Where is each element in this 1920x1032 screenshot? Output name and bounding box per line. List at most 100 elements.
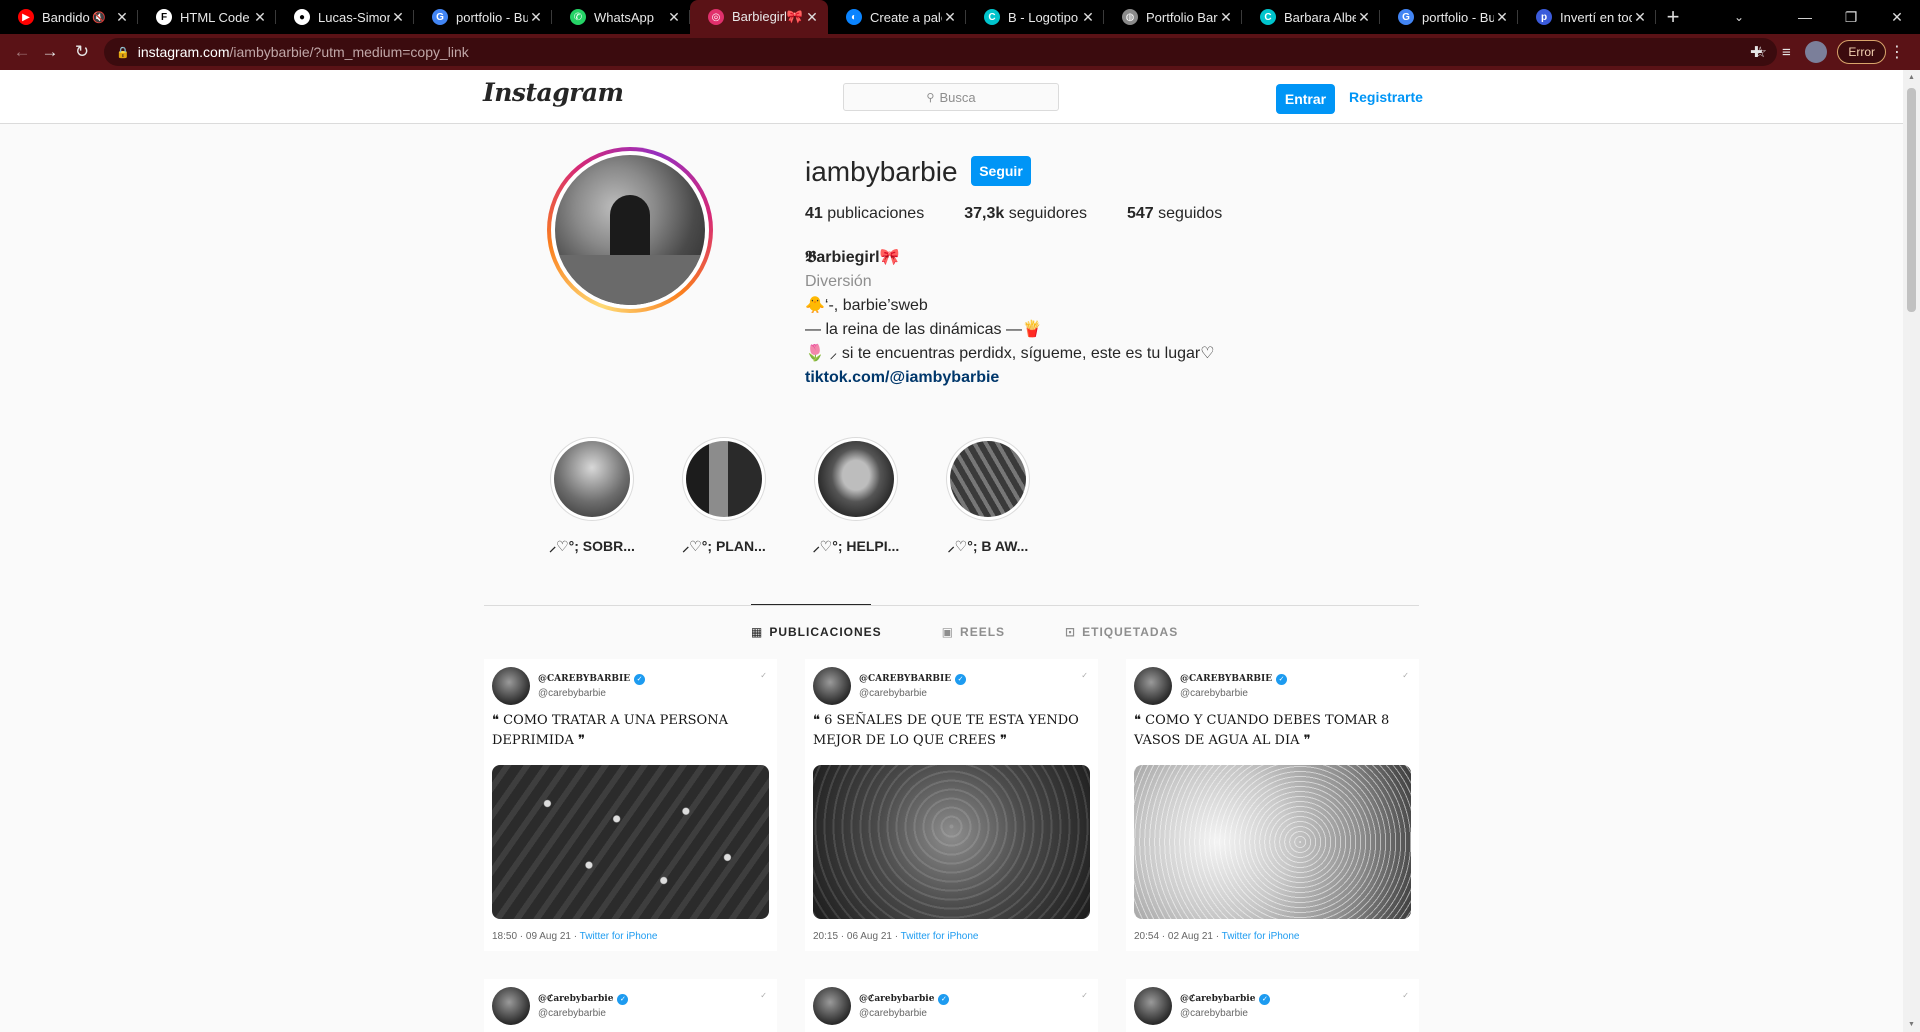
media-playlist-icon[interactable]: ≡ <box>1771 44 1801 61</box>
browser-tab-title: Lucas-Simon <box>318 9 390 25</box>
browser-tab[interactable]: F HTML Code E✕ <box>138 0 276 34</box>
tweet-text: ❝ COMO Y CUANDO DEBES TOMAR 8 VASOS DE A… <box>1134 713 1390 748</box>
profile-tabs: ▦ PUBLICACIONES ▣ REELS ⊡ ETIQUETADAS <box>751 625 1238 639</box>
new-tab-button[interactable]: + <box>1656 4 1690 30</box>
signup-link[interactable]: Registrarte <box>1349 89 1423 105</box>
forward-icon[interactable]: → <box>36 38 64 66</box>
browser-tab[interactable]: ◎ Barbiegirl🎀 (@✕ <box>690 0 828 34</box>
restore-icon[interactable]: ❐ <box>1828 0 1874 34</box>
extensions-icon[interactable]: ✚ <box>1741 43 1771 61</box>
highlight-item[interactable]: ⸝♡°; HELPI... <box>790 437 922 556</box>
close-tab-icon[interactable]: ✕ <box>1494 9 1510 26</box>
close-tab-icon[interactable]: ✕ <box>390 9 406 26</box>
post-card[interactable]: @CAREBYBARBIE ✓ @carebybarbie ✓ ❝ COMO Y … <box>1126 659 1419 951</box>
browser-tab[interactable]: ● Lucas-Simon ✕ <box>276 0 414 34</box>
browser-tab[interactable]: ▶ Bandido 🔇 ✕ <box>0 0 138 34</box>
search-input[interactable]: ⚲ Busca <box>843 83 1059 111</box>
posts-label: publicaciones <box>827 205 925 222</box>
reload-icon[interactable]: ↻ <box>68 38 96 66</box>
close-tab-icon[interactable]: ✕ <box>1356 9 1372 26</box>
browser-tab-title: Portfolio Barb <box>1146 9 1218 25</box>
highlight-image <box>554 441 630 517</box>
highlight-item[interactable]: ⸝♡°; SOBR... <box>526 437 658 556</box>
post-card[interactable]: @ℭarebybarbie ✓ @carebybarbie ✓ <box>484 979 777 1032</box>
youtube-icon: ▶ <box>18 9 34 25</box>
bio-link[interactable]: tiktok.com/@iambybarbie <box>805 366 1215 390</box>
address-bar[interactable]: 🔒 instagram.com /iambybarbie/?utm_medium… <box>104 38 1777 66</box>
tweet-subhandle: @carebybarbie <box>538 687 606 699</box>
tweet-avatar <box>1134 667 1172 705</box>
browser-tab[interactable]: ◐ Create a pale ✕ <box>828 0 966 34</box>
close-tab-icon[interactable]: ✕ <box>1080 9 1096 26</box>
lock-icon[interactable]: 🔒 <box>116 46 130 59</box>
verified-badge-icon: ✓ <box>938 993 950 1005</box>
post-card[interactable]: @ℭarebybarbie ✓ @carebybarbie ✓ <box>1126 979 1419 1032</box>
scroll-down-icon[interactable]: ▼ <box>1907 1021 1916 1028</box>
tweet-handle-text: @ℭarebybarbie <box>1180 994 1256 1004</box>
tweet-handle-text: @CAREBYBARBIE <box>859 674 952 684</box>
browser-tab[interactable]: C B - Logotipo ✕ <box>966 0 1104 34</box>
page-scrollbar[interactable]: ▲ ▼ <box>1903 70 1920 1032</box>
tweet-handle-text: @ℭarebybarbie <box>538 994 614 1004</box>
browser-tab[interactable]: ◍ Portfolio Barb ✕ <box>1104 0 1242 34</box>
scroll-up-icon[interactable]: ▲ <box>1907 74 1916 81</box>
tweet-meta: 18:50 · 09 Aug 21 · Twitter for iPhone <box>492 931 657 942</box>
google-icon: G <box>432 9 448 25</box>
minimize-icon[interactable]: — <box>1782 0 1828 34</box>
tweet-handle-text: @ℭarebybarbie <box>859 994 935 1004</box>
bio-category: Diversión <box>805 273 872 290</box>
url-host: instagram.com <box>137 44 230 60</box>
tweet-subhandle: @carebybarbie <box>859 687 927 699</box>
followers-count: 37,3k <box>964 205 1005 222</box>
highlight-item[interactable]: ⸝♡°; PLAN... <box>658 437 790 556</box>
menu-kebab-icon[interactable]: ⋮ <box>1886 42 1908 62</box>
browser-tab[interactable]: p Invertí en tod ✕ <box>1518 0 1656 34</box>
bio-line-2: — la reina de las dinámicas —🍟 <box>805 321 1042 338</box>
browser-tab[interactable]: ✆ WhatsApp ✕ <box>552 0 690 34</box>
browser-tab-title: portfolio - Bu <box>1422 9 1494 25</box>
tab-etiquetadas[interactable]: ⊡ ETIQUETADAS <box>1065 625 1178 639</box>
profile-avatar-icon[interactable] <box>1805 41 1828 63</box>
browser-tab[interactable]: Gportfolio - Bu ✕ <box>414 0 552 34</box>
reels-icon: ▣ <box>941 625 955 639</box>
close-tab-icon[interactable]: ✕ <box>1632 9 1648 26</box>
close-tab-icon[interactable]: ✕ <box>1218 9 1234 26</box>
instagram-logo[interactable]: Instagram <box>483 78 624 107</box>
tweet-header: @CAREBYBARBIE ✓ @carebybarbie <box>1134 667 1288 705</box>
search-icon: ⚲ <box>926 91 935 104</box>
close-tab-icon[interactable]: ✕ <box>942 9 958 26</box>
tweet-handle: @ℭarebybarbie ✓ <box>1180 993 1271 1005</box>
following-stat[interactable]: 547 seguidos <box>1127 205 1222 223</box>
close-window-icon[interactable]: ✕ <box>1874 0 1920 34</box>
tab-search-icon[interactable]: ⌄ <box>1716 0 1762 34</box>
html-code-icon: F <box>156 9 172 25</box>
close-tab-icon[interactable]: ✕ <box>804 9 820 26</box>
post-card[interactable]: @CAREBYBARBIE ✓ @carebybarbie ✓ ❝ 6 SEÑAL… <box>805 659 1098 951</box>
browser-tab-title: Bandido <box>42 9 90 25</box>
login-button[interactable]: Entrar <box>1276 84 1335 114</box>
tab-reels[interactable]: ▣ REELS <box>942 625 1005 639</box>
error-pill[interactable]: Error <box>1837 40 1886 64</box>
profile-avatar[interactable] <box>547 147 713 313</box>
tweet-source: Twitter for iPhone <box>579 931 658 942</box>
followers-stat[interactable]: 37,3k seguidores <box>964 205 1087 223</box>
chevron-icon: ✓ <box>760 991 767 1000</box>
close-tab-icon[interactable]: ✕ <box>666 9 682 26</box>
scrollbar-thumb[interactable] <box>1907 88 1916 312</box>
browser-tab[interactable]: Gportfolio - Bu ✕ <box>1380 0 1518 34</box>
tabs-active-indicator <box>751 604 871 605</box>
close-tab-icon[interactable]: ✕ <box>114 9 130 26</box>
tweet-subhandle: @carebybarbie <box>538 1007 606 1019</box>
close-tab-icon[interactable]: ✕ <box>252 9 268 26</box>
highlight-label: ⸝♡°; SOBR... <box>549 538 635 554</box>
tab-publicaciones[interactable]: ▦ PUBLICACIONES <box>751 625 882 639</box>
mute-icon[interactable]: 🔇 <box>92 11 106 24</box>
back-icon[interactable]: ← <box>8 38 36 66</box>
post-card[interactable]: @ℭarebybarbie ✓ @carebybarbie ✓ <box>805 979 1098 1032</box>
highlight-item[interactable]: ⸝♡°; B AW... <box>922 437 1054 556</box>
post-card[interactable]: @CAREBYBARBIE ✓ @carebybarbie ✓ ❝ COMO TR… <box>484 659 777 951</box>
follow-button[interactable]: Seguir <box>971 156 1031 186</box>
verified-badge-icon: ✓ <box>955 673 967 685</box>
browser-tab[interactable]: C Barbara Alber ✕ <box>1242 0 1380 34</box>
close-tab-icon[interactable]: ✕ <box>528 9 544 26</box>
